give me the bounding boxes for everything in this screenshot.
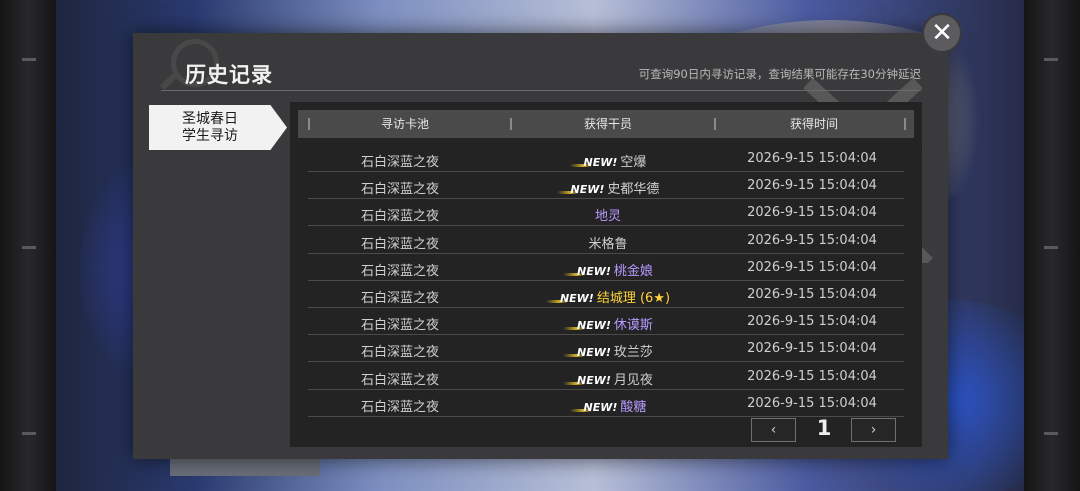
page-number: 1 [816, 416, 832, 440]
operator-cell: NEW! 结城理 (6★) [508, 287, 708, 306]
query-notice: 可查询90日内寻访记录，查询结果可能存在30分钟延迟 [638, 67, 921, 81]
dialog-title: 历史记录 [185, 63, 273, 87]
operator-name: 结城理 (6★) [596, 291, 671, 306]
operator-name: 空爆 [620, 155, 647, 170]
operator-name: 休谟斯 [613, 318, 653, 334]
operator-name: 地灵 [594, 209, 621, 225]
pool-name: 石白深蓝之夜 [360, 182, 439, 198]
pool-tab-line1: 圣城春日 [182, 111, 238, 127]
obtain-time: 2026-9-15 15:04:04 [747, 287, 877, 302]
new-badge: NEW! [563, 373, 611, 387]
header-pool: 寻访卡池 [380, 117, 429, 131]
close-button[interactable]: ✕ [922, 13, 962, 53]
new-badge: NEW! [569, 156, 618, 169]
prev-page-button[interactable]: ‹ [751, 418, 796, 442]
new-badge: NEW! [563, 346, 611, 360]
operator-name: 酸糖 [620, 399, 647, 415]
operator-cell: NEW! 酸糖 [508, 396, 708, 415]
table-row: 石白深蓝之夜 NEW! 桃金娘 2026-9-15 15:04:04 [308, 254, 904, 281]
new-badge: NEW! [556, 183, 605, 197]
pool-tab-selected[interactable]: 圣城春日 学生寻访 [149, 105, 287, 150]
pool-tab-line2: 学生寻访 [182, 128, 238, 144]
table-row: 石白深蓝之夜 米格鲁 2026-9-15 15:04:04 [308, 227, 904, 254]
new-badge: NEW! [569, 400, 618, 414]
table-row: 石白深蓝之夜 NEW! 结城理 (6★) 2026-9-15 15:04:04 [308, 281, 904, 308]
history-table: 寻访卡池 获得干员 获得时间 石白深蓝之夜 NEW! 空爆 2026-9-15 15:… [290, 102, 922, 447]
title-divider [161, 90, 921, 91]
obtain-time: 2026-9-15 15:04:04 [747, 395, 877, 411]
obtain-time: 2026-9-15 15:04:04 [747, 205, 877, 221]
next-page-button[interactable]: › [851, 418, 896, 442]
operator-name: 桃金娘 [613, 263, 653, 279]
table-row: 石白深蓝之夜 NEW! 休谟斯 2026-9-15 15:04:04 [308, 308, 904, 336]
new-badge: NEW! [563, 319, 611, 333]
header-operator: 获得干员 [583, 117, 632, 131]
left-frame [0, 0, 56, 491]
obtain-time: 2026-9-15 15:04:04 [747, 368, 877, 384]
header-time: 获得时间 [789, 117, 838, 131]
pool-name: 石白深蓝之夜 [360, 372, 439, 388]
obtain-time: 2026-9-15 15:04:04 [747, 259, 877, 275]
obtain-time: 2026-9-15 15:04:04 [747, 232, 877, 248]
operator-cell: 地灵 [508, 205, 708, 224]
obtain-time: 2026-9-15 15:04:04 [747, 314, 877, 330]
operator-cell: 米格鲁 [508, 233, 708, 252]
table-header: 寻访卡池 获得干员 获得时间 [298, 110, 914, 138]
table-row: 石白深蓝之夜 NEW! 空爆 2026-9-15 15:04:04 [308, 145, 904, 172]
operator-name: 米格鲁 [588, 236, 628, 252]
operator-cell: NEW! 月见夜 [508, 369, 708, 388]
pool-name: 石白深蓝之夜 [360, 263, 439, 279]
pool-name: 石白深蓝之夜 [360, 209, 439, 225]
table-row: 石白深蓝之夜 NEW! 史都华德 2026-9-15 15:04:04 [308, 172, 904, 200]
new-badge: NEW! [563, 264, 611, 278]
right-frame [1024, 0, 1080, 491]
table-row: 石白深蓝之夜 地灵 2026-9-15 15:04:04 [308, 199, 904, 227]
pool-name: 石白深蓝之夜 [360, 291, 439, 306]
table-row: 石白深蓝之夜 NEW! 月见夜 2026-9-15 15:04:04 [308, 363, 904, 390]
operator-cell: NEW! 空爆 [508, 151, 708, 170]
pool-name: 石白深蓝之夜 [360, 399, 439, 415]
operator-name: 月见夜 [613, 372, 653, 388]
operator-name: 玫兰莎 [613, 345, 653, 361]
new-badge: NEW! [545, 292, 594, 305]
operator-name: 史都华德 [607, 182, 660, 198]
pool-name: 石白深蓝之夜 [360, 236, 439, 252]
operator-cell: NEW! 史都华德 [508, 178, 708, 197]
pool-name: 石白深蓝之夜 [360, 345, 439, 361]
obtain-time: 2026-9-15 15:04:04 [747, 151, 877, 166]
obtain-time: 2026-9-15 15:04:04 [747, 341, 877, 357]
operator-cell: NEW! 玫兰莎 [508, 341, 708, 360]
table-row: 石白深蓝之夜 NEW! 玫兰莎 2026-9-15 15:04:04 [308, 335, 904, 363]
table-row: 石白深蓝之夜 NEW! 酸糖 2026-9-15 15:04:04 [308, 390, 904, 417]
pool-name: 石白深蓝之夜 [360, 155, 439, 170]
pool-name: 石白深蓝之夜 [360, 318, 439, 334]
obtain-time: 2026-9-15 15:04:04 [747, 178, 877, 194]
operator-cell: NEW! 桃金娘 [508, 260, 708, 279]
operator-cell: NEW! 休谟斯 [508, 314, 708, 333]
